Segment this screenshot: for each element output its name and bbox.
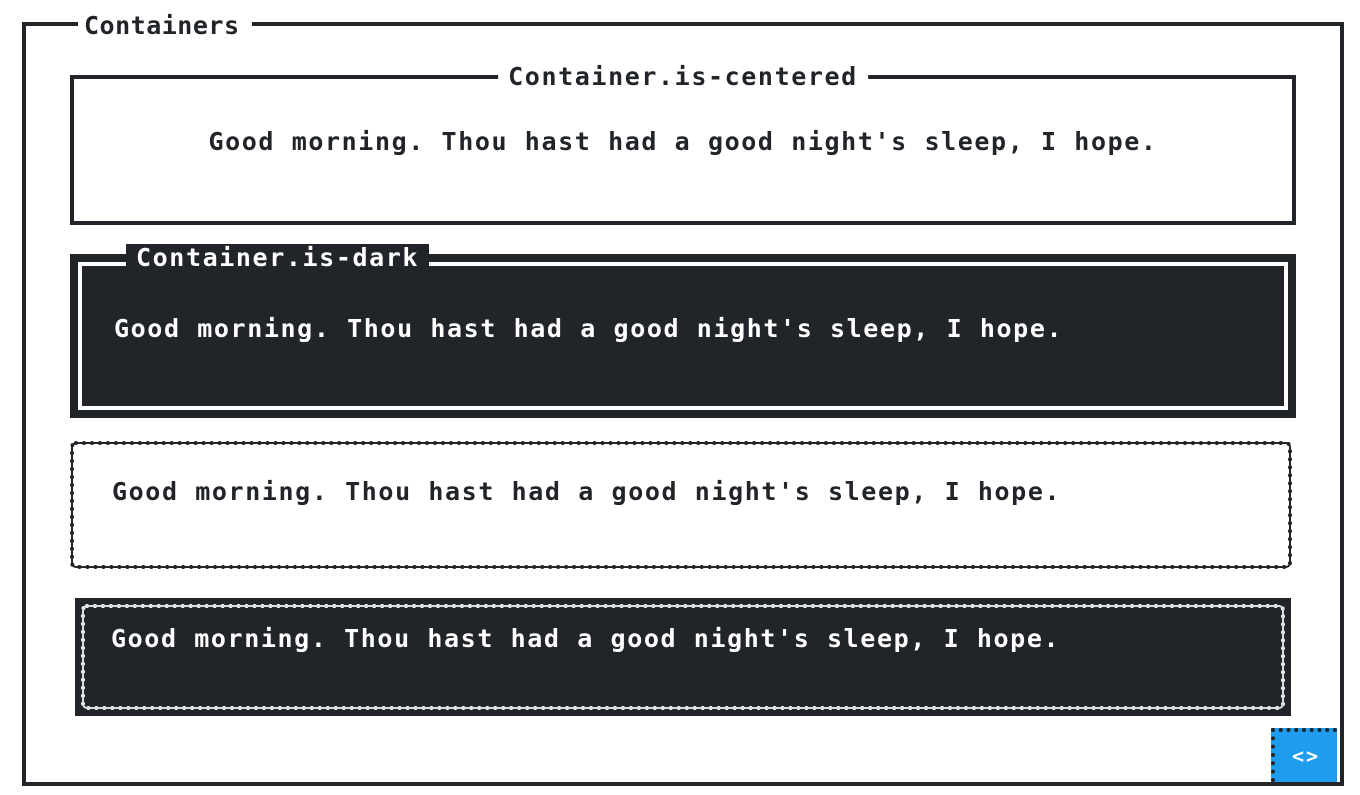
container-centered: Container.is-centered Good morning. Thou… [70,63,1296,225]
container-rounded-dark-frame [81,604,1285,710]
code-icon: <> [1291,744,1321,768]
code-toggle-button[interactable]: <> [1271,728,1337,782]
container-dark: Container.is-dark Good morning. Thou has… [70,244,1296,418]
container-centered-title: Container.is-centered [498,63,868,91]
section-title: Containers [78,12,252,40]
container-rounded-dark-text: Good morning. Thou hast had a good night… [111,624,1061,653]
containers-section: Containers Container.is-centered Good mo… [22,12,1344,786]
container-rounded-dark: Good morning. Thou hast had a good night… [75,598,1291,716]
container-rounded-text: Good morning. Thou hast had a good night… [112,477,1062,506]
container-rounded: Good morning. Thou hast had a good night… [70,441,1292,569]
container-dark-text: Good morning. Thou hast had a good night… [114,314,1064,343]
container-dark-title: Container.is-dark [126,244,430,272]
container-centered-text: Good morning. Thou hast had a good night… [208,127,1158,156]
